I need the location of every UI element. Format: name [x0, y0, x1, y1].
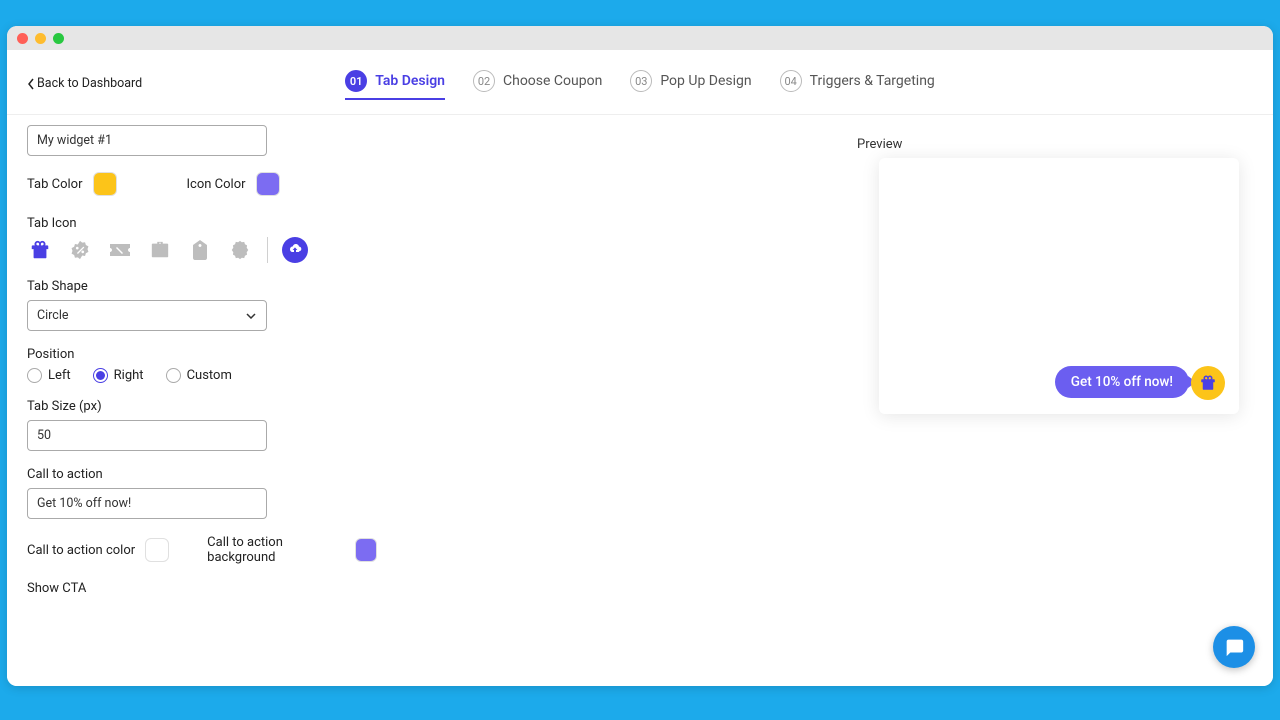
step-number: 04	[780, 70, 802, 92]
window-close-icon[interactable]	[17, 33, 28, 44]
preview-column: Preview Get 10% off now!	[447, 115, 1253, 671]
coupon-icon[interactable]	[107, 237, 133, 263]
step-popup-design[interactable]: 03 Pop Up Design	[630, 70, 751, 100]
form-column: Tab Color Icon Color Tab Icon	[27, 115, 447, 671]
step-label: Choose Coupon	[503, 73, 602, 89]
content-area: Back to Dashboard 01 Tab Design 02 Choos…	[7, 50, 1273, 686]
tab-color-swatch[interactable]	[93, 172, 117, 196]
titlebar	[7, 26, 1273, 50]
tag-icon[interactable]	[187, 237, 213, 263]
briefcase-icon[interactable]	[147, 237, 173, 263]
back-label: Back to Dashboard	[37, 76, 142, 91]
preview-tab-button	[1191, 366, 1225, 400]
icon-color-swatch[interactable]	[256, 172, 280, 196]
main-area: Tab Color Icon Color Tab Icon	[7, 115, 1273, 671]
radio-icon	[27, 368, 42, 383]
steps-bar: Back to Dashboard 01 Tab Design 02 Choos…	[7, 50, 1273, 115]
sale-badge-icon[interactable]	[227, 237, 253, 263]
tab-shape-label: Tab Shape	[27, 279, 447, 294]
chat-icon	[1223, 636, 1245, 658]
app-window: Back to Dashboard 01 Tab Design 02 Choos…	[7, 26, 1273, 686]
step-label: Tab Design	[375, 73, 445, 89]
step-label: Pop Up Design	[660, 73, 751, 89]
chevron-left-icon	[27, 78, 35, 90]
window-minimize-icon[interactable]	[35, 33, 46, 44]
cta-text-input[interactable]	[27, 488, 267, 519]
cloud-upload-icon	[287, 242, 303, 258]
icon-color-label: Icon Color	[187, 177, 246, 192]
cta-bg-label: Call to action background	[207, 535, 344, 565]
gift-icon	[1199, 374, 1217, 392]
cta-label: Call to action	[27, 467, 447, 482]
position-label: Position	[27, 347, 447, 362]
position-custom-radio[interactable]: Custom	[166, 368, 232, 383]
radio-icon	[93, 368, 108, 383]
step-tab-design[interactable]: 01 Tab Design	[345, 70, 445, 100]
tab-size-input[interactable]	[27, 420, 267, 451]
preview-cta-bubble: Get 10% off now!	[1055, 366, 1189, 398]
show-cta-label: Show CTA	[27, 581, 447, 596]
back-to-dashboard-link[interactable]: Back to Dashboard	[27, 76, 142, 91]
tab-shape-select[interactable]: Circle	[27, 300, 267, 331]
preview-label: Preview	[857, 137, 902, 152]
radio-icon	[166, 368, 181, 383]
cta-bg-color-swatch[interactable]	[355, 538, 378, 562]
window-maximize-icon[interactable]	[53, 33, 64, 44]
tab-size-label: Tab Size (px)	[27, 399, 447, 414]
step-triggers-targeting[interactable]: 04 Triggers & Targeting	[780, 70, 935, 100]
tab-icon-label: Tab Icon	[27, 216, 447, 231]
percent-badge-icon[interactable]	[67, 237, 93, 263]
position-right-radio[interactable]: Right	[93, 368, 144, 383]
step-number: 01	[345, 70, 367, 92]
position-left-radio[interactable]: Left	[27, 368, 71, 383]
cta-text-color-swatch[interactable]	[145, 538, 169, 562]
widget-name-input[interactable]	[27, 125, 267, 156]
divider	[267, 237, 268, 263]
upload-icon-button[interactable]	[282, 237, 308, 263]
gift-icon[interactable]	[27, 237, 53, 263]
step-number: 03	[630, 70, 652, 92]
chat-fab[interactable]	[1213, 626, 1255, 668]
tab-color-label: Tab Color	[27, 177, 83, 192]
cta-color-label: Call to action color	[27, 543, 135, 558]
step-choose-coupon[interactable]: 02 Choose Coupon	[473, 70, 602, 100]
step-label: Triggers & Targeting	[810, 73, 935, 89]
step-number: 02	[473, 70, 495, 92]
preview-box: Get 10% off now!	[879, 158, 1239, 414]
